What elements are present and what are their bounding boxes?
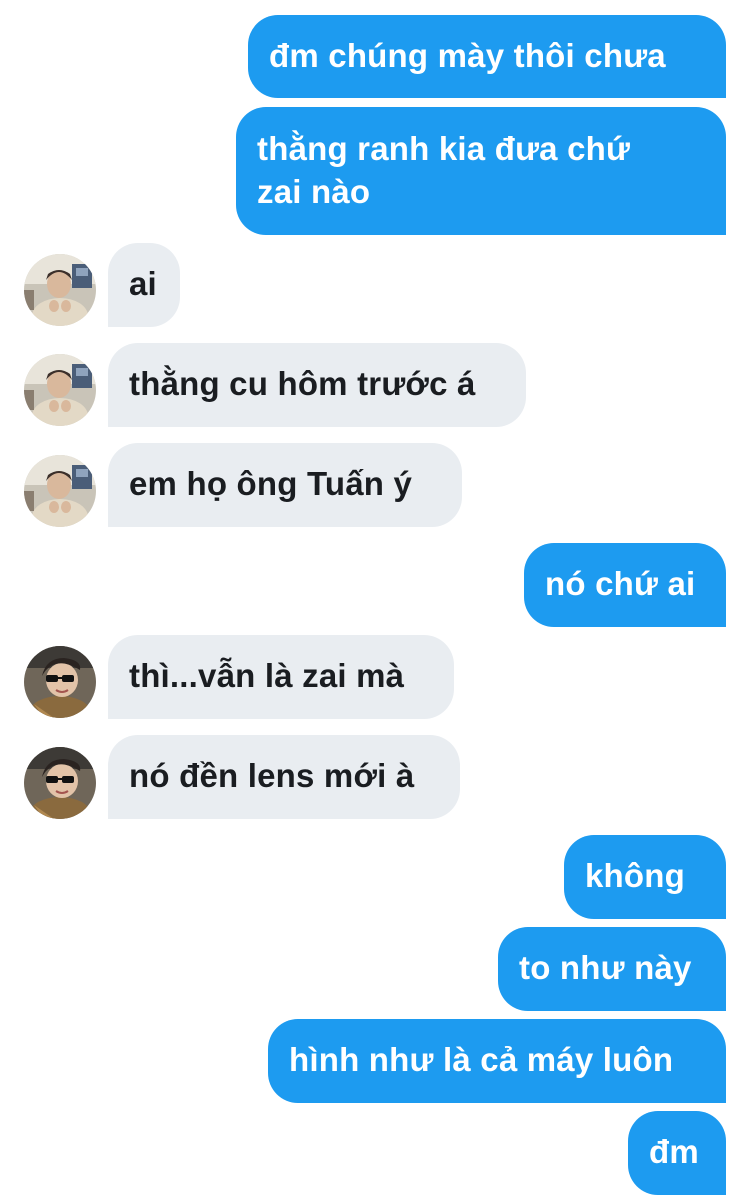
- sent-message-bubble[interactable]: hình như là cả máy luôn: [268, 1019, 726, 1103]
- message-text: không: [585, 857, 685, 894]
- sent-message-bubble[interactable]: đm chúng mày thôi chưa: [248, 15, 726, 98]
- sent-message-bubble[interactable]: nó chứ ai: [524, 543, 726, 627]
- message-text: ai: [129, 265, 157, 302]
- message-text-line: thằng ranh kia đưa chứ: [257, 130, 631, 167]
- message-text: to như này: [519, 949, 692, 986]
- sent-message-bubble[interactable]: to như này: [498, 927, 726, 1011]
- message-text: đm chúng mày thôi chưa: [269, 37, 666, 74]
- message-text: nó chứ ai: [545, 565, 696, 602]
- boy-avatar-icon[interactable]: [24, 455, 96, 527]
- received-message-bubble[interactable]: thằng cu hôm trước á: [108, 343, 526, 427]
- sunglasses-avatar-icon[interactable]: [24, 646, 96, 718]
- message-text: đm: [649, 1133, 699, 1170]
- received-message-bubble[interactable]: nó đền lens mới à: [108, 735, 460, 819]
- message-text: em họ ông Tuấn ý: [129, 465, 413, 502]
- received-message-bubble[interactable]: ai: [108, 243, 180, 327]
- message-text: nó đền lens mới à: [129, 757, 415, 794]
- message-text-line: zai nào: [257, 173, 371, 210]
- message-text: hình như là cả máy luôn: [289, 1041, 674, 1078]
- sent-message-bubble[interactable]: không: [564, 835, 726, 919]
- received-message-bubble[interactable]: thì...vẫn là zai mà: [108, 635, 454, 719]
- sent-message-bubble[interactable]: thằng ranh kia đưa chứ zai nào: [236, 107, 726, 235]
- sunglasses-avatar-icon[interactable]: [24, 747, 96, 819]
- received-message-bubble[interactable]: em họ ông Tuấn ý: [108, 443, 462, 527]
- message-text: thằng cu hôm trước á: [129, 365, 476, 402]
- sent-message-bubble[interactable]: đm: [628, 1111, 726, 1195]
- boy-avatar-icon[interactable]: [24, 254, 96, 326]
- boy-avatar-icon[interactable]: [24, 354, 96, 426]
- message-text: thì...vẫn là zai mà: [129, 657, 405, 694]
